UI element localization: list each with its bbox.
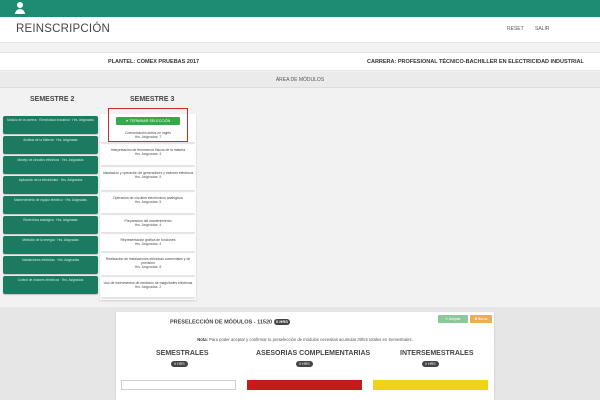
sem2-module-card[interactable]: Aplicación de la electricidad · Hrs. Asi…	[3, 176, 98, 194]
asesorias-title: ASESORIAS COMPLEMENTARIAS	[256, 350, 371, 357]
sem3-module-card[interactable]: Representación gráfica de funciones Hrs.…	[101, 236, 195, 252]
preseleccion-title: PRESELECCIÓN DE MÓDULOS - 11520 0 HRS	[170, 319, 290, 326]
intersemestrales-drop-zone[interactable]	[373, 380, 488, 390]
selection-highlight	[108, 108, 188, 142]
area-modulos-label: ÁREA DE MÓDULOS	[275, 77, 325, 83]
sem3-module-card[interactable]: Operación de circuitos electrónicos anal…	[101, 194, 195, 214]
terminar-seleccion-button[interactable]: ✔TERMINAR SELECCIÓN	[116, 117, 180, 125]
info-bar: PLANTEL: COMEX PRUEBAS 2017 CARRERA: PRO…	[0, 52, 600, 71]
intersemestrales-title: INTERSEMESTRALES	[400, 350, 474, 357]
semestrales-drop-zone[interactable]	[121, 380, 236, 390]
asesorias-drop-zone[interactable]	[247, 380, 362, 390]
sem2-module-card[interactable]: Electrónica analógica · Hrs. Asignadas	[3, 216, 98, 234]
module-hours: Hrs. Asignadas: 8	[134, 265, 162, 270]
semestre-2-list: Módulo de la carrera · Electricidad Indu…	[3, 116, 98, 296]
sem2-module-card[interactable]: Medición de la energía · Hrs. Asignadas	[3, 236, 98, 254]
sem2-module-card[interactable]: Instalaciones eléctricas · Hrs. Asignada…	[3, 256, 98, 274]
page-title: REINSCRIPCIÓN	[16, 23, 110, 35]
plantel-label: PLANTEL: COMEX PRUEBAS 2017	[108, 59, 200, 65]
sem3-module-card[interactable]: Instalación y operación de generadores y…	[101, 169, 195, 191]
top-bar	[0, 0, 600, 17]
area-modulos-bar: ÁREA DE MÓDULOS	[0, 72, 600, 88]
borrar-button[interactable]: ✖ Borrar	[470, 315, 492, 323]
preseleccion-note: Nota: Para poder aceptar y confirmar tu …	[197, 337, 413, 342]
check-icon: ✔	[125, 119, 129, 123]
sem2-module-card[interactable]: Manejo de circuitos eléctricos · Hrs. As…	[3, 156, 98, 174]
sem3-module-card[interactable]: Realización de instalaciones eléctricas …	[101, 255, 195, 276]
salir-link[interactable]: SALIR	[535, 26, 549, 32]
user-icon[interactable]	[14, 2, 26, 14]
module-hours: Hrs. Asignadas: 2	[134, 285, 162, 290]
module-hours: Hrs. Asignadas: 4	[134, 223, 162, 228]
semestre-2-title: SEMESTRE 2	[30, 96, 75, 103]
sem2-module-card[interactable]: Análisis de la Materia · Hrs. Asignadas	[3, 136, 98, 154]
module-hours: Hrs. Asignadas: 4	[134, 242, 162, 247]
semestrales-hours-badge: 0 HRS	[171, 361, 188, 367]
header: REINSCRIPCIÓN RESET SALIR	[0, 17, 600, 43]
sem3-module-card[interactable]: Uso de instrumentos de medición de magni…	[101, 279, 195, 298]
asesorias-hours-badge: 0 HRS	[296, 361, 313, 367]
total-hours-badge: 0 HRS	[274, 319, 290, 325]
semestrales-title: SEMESTRALES	[156, 350, 209, 357]
reset-link[interactable]: RESET	[507, 26, 524, 32]
module-hours: Hrs. Asignadas: 5	[134, 200, 162, 205]
sem2-module-card[interactable]: Control de motores eléctricos · Hrs. Asi…	[3, 276, 98, 294]
intersemestrales-hours-badge: 0 HRS	[422, 361, 439, 367]
module-name: Realización de instalaciones eléctricas …	[105, 257, 191, 266]
semestre-3-title: SEMESTRE 3	[130, 96, 175, 103]
module-hours: Hrs. Asignadas: 9	[134, 175, 162, 180]
sem2-module-card[interactable]: Módulo de la carrera · Electricidad Indu…	[3, 116, 98, 134]
sem3-module-card[interactable]: Preparación del mantenimiento Hrs. Asign…	[101, 217, 195, 233]
sem3-module-card[interactable]: Interpretación de fenómenos físicos de l…	[101, 146, 195, 166]
aceptar-button[interactable]: ✔ Aceptar	[438, 315, 468, 323]
carrera-label: CARRERA: PROFESIONAL TÉCNICO-BACHILLER E…	[367, 59, 584, 65]
module-hours: Hrs. Asignadas: 4	[134, 152, 162, 157]
sem2-module-card[interactable]: Mantenimiento de equipo eléctrico · Hrs.…	[3, 196, 98, 214]
